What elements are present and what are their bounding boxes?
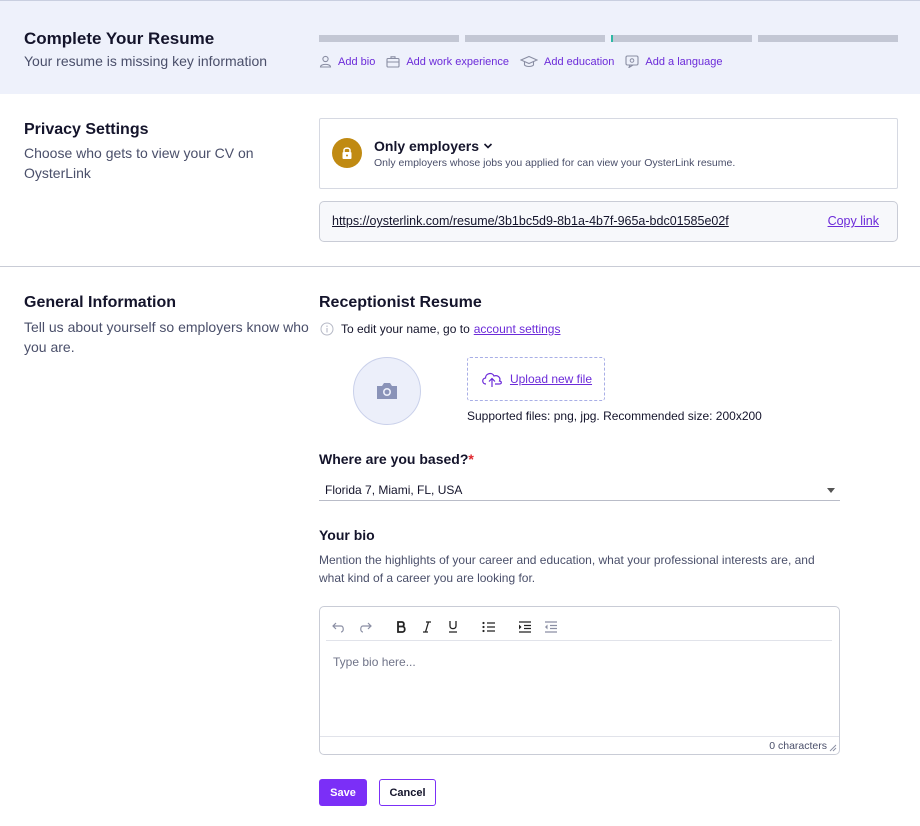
dropdown-arrow-icon bbox=[827, 488, 835, 493]
privacy-option-selector[interactable]: Only employers Only employers whose jobs… bbox=[319, 118, 898, 189]
character-counter: 0 characters bbox=[320, 736, 839, 754]
add-work-experience-link[interactable]: Add work experience bbox=[386, 55, 509, 68]
bullet-list-button[interactable] bbox=[476, 616, 502, 638]
progress-segment bbox=[464, 35, 605, 42]
italic-button[interactable] bbox=[414, 616, 440, 638]
graduation-cap-icon bbox=[520, 55, 539, 68]
add-bio-label: Add bio bbox=[338, 55, 376, 68]
bio-label: Your bio bbox=[319, 527, 375, 543]
location-label: Where are you based?* bbox=[319, 451, 474, 467]
indent-button[interactable] bbox=[512, 616, 538, 638]
general-information-description: Tell us about yourself so employers know… bbox=[24, 319, 309, 355]
privacy-option-dropdown[interactable]: Only employers bbox=[374, 138, 493, 154]
location-value: Florida 7, Miami, FL, USA bbox=[325, 483, 463, 497]
bio-textarea[interactable]: Type bio here... bbox=[333, 655, 416, 669]
location-select[interactable]: Florida 7, Miami, FL, USA bbox=[319, 478, 840, 501]
privacy-settings-description: Choose who gets to view your CV on Oyste… bbox=[24, 145, 254, 181]
add-education-label: Add education bbox=[544, 55, 615, 68]
edit-name-note: To edit your name, go to account setting… bbox=[320, 322, 560, 336]
user-icon bbox=[319, 55, 332, 68]
banner-subtitle: Your resume is missing key information bbox=[24, 53, 268, 69]
outdent-icon bbox=[545, 620, 557, 633]
privacy-option-label: Only employers bbox=[374, 138, 480, 154]
chevron-down-icon bbox=[483, 143, 493, 149]
bio-editor: Type bio here... 0 characters bbox=[319, 606, 840, 755]
language-icon bbox=[625, 55, 639, 68]
resume-link-box: https://oysterlink.com/resume/3b1bc5d9-8… bbox=[319, 201, 898, 242]
progress-segment bbox=[319, 35, 459, 42]
lock-icon bbox=[332, 138, 362, 168]
bold-button[interactable] bbox=[388, 616, 414, 638]
indent-icon bbox=[519, 620, 531, 633]
character-count: 0 characters bbox=[769, 740, 827, 752]
bold-icon bbox=[397, 620, 406, 633]
cloud-upload-icon bbox=[482, 372, 502, 387]
underline-button[interactable] bbox=[440, 616, 466, 638]
resume-progress-bar bbox=[319, 35, 898, 43]
add-language-label: Add a language bbox=[645, 55, 723, 68]
complete-resume-banner: Complete Your Resume Your resume is miss… bbox=[0, 0, 920, 94]
edit-name-note-text: To edit your name, go to bbox=[341, 322, 470, 336]
add-language-link[interactable]: Add a language bbox=[625, 55, 722, 68]
info-icon bbox=[320, 322, 334, 336]
banner-title: Complete Your Resume bbox=[24, 29, 215, 48]
editor-toolbar bbox=[326, 613, 832, 641]
progress-segment bbox=[758, 35, 898, 42]
cancel-button[interactable]: Cancel bbox=[379, 779, 436, 806]
add-bio-link[interactable]: Add bio bbox=[319, 55, 375, 68]
bio-description: Mention the highlights of your career an… bbox=[319, 553, 815, 585]
briefcase-icon bbox=[386, 56, 400, 68]
supported-files-note: Supported files: png, jpg. Recommended s… bbox=[467, 409, 762, 423]
redo-button[interactable] bbox=[352, 616, 378, 638]
section-divider bbox=[0, 266, 920, 267]
resume-title: Receptionist Resume bbox=[319, 294, 482, 311]
bullet-list-icon bbox=[482, 621, 495, 632]
underline-icon bbox=[449, 621, 457, 633]
resume-actions: Add bio Add work experience Add educatio… bbox=[319, 55, 733, 68]
resize-handle-icon[interactable] bbox=[829, 744, 837, 752]
privacy-settings-title: Privacy Settings bbox=[24, 121, 149, 138]
upload-new-file-label: Upload new file bbox=[509, 372, 593, 386]
undo-button[interactable] bbox=[326, 616, 352, 638]
avatar-upload[interactable] bbox=[353, 357, 421, 425]
camera-icon bbox=[377, 383, 397, 399]
account-settings-link[interactable]: account settings bbox=[474, 322, 561, 336]
add-work-experience-label: Add work experience bbox=[406, 55, 510, 68]
undo-icon bbox=[332, 622, 344, 633]
redo-icon bbox=[360, 622, 372, 633]
add-education-link[interactable]: Add education bbox=[520, 55, 614, 68]
save-button[interactable]: Save bbox=[319, 779, 367, 806]
progress-segment bbox=[610, 35, 753, 42]
upload-new-file-button[interactable]: Upload new file bbox=[467, 357, 605, 401]
privacy-option-description: Only employers whose jobs you applied fo… bbox=[374, 157, 736, 169]
outdent-button[interactable] bbox=[538, 616, 564, 638]
resume-url[interactable]: https://oysterlink.com/resume/3b1bc5d9-8… bbox=[332, 214, 729, 228]
italic-icon bbox=[423, 620, 431, 633]
copy-link-button[interactable]: Copy link bbox=[828, 214, 879, 228]
location-label-text: Where are you based? bbox=[319, 451, 469, 467]
required-asterisk: * bbox=[468, 451, 474, 467]
general-information-title: General Information bbox=[24, 294, 177, 311]
